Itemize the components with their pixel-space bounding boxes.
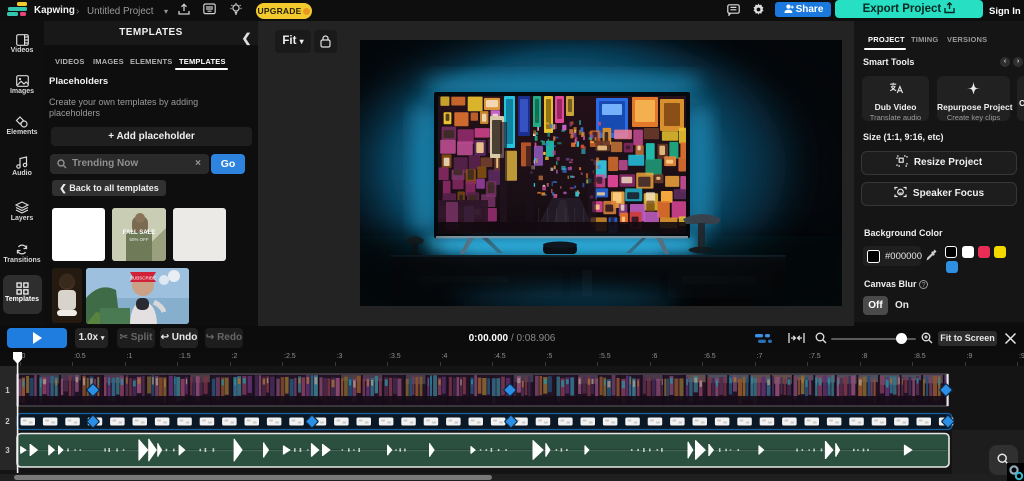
svg-text:50% OFF: 50% OFF [129, 237, 149, 242]
svg-text:SUBSCRIBE: SUBSCRIBE [130, 276, 156, 281]
svg-text:FALL SALE: FALL SALE [123, 230, 156, 236]
